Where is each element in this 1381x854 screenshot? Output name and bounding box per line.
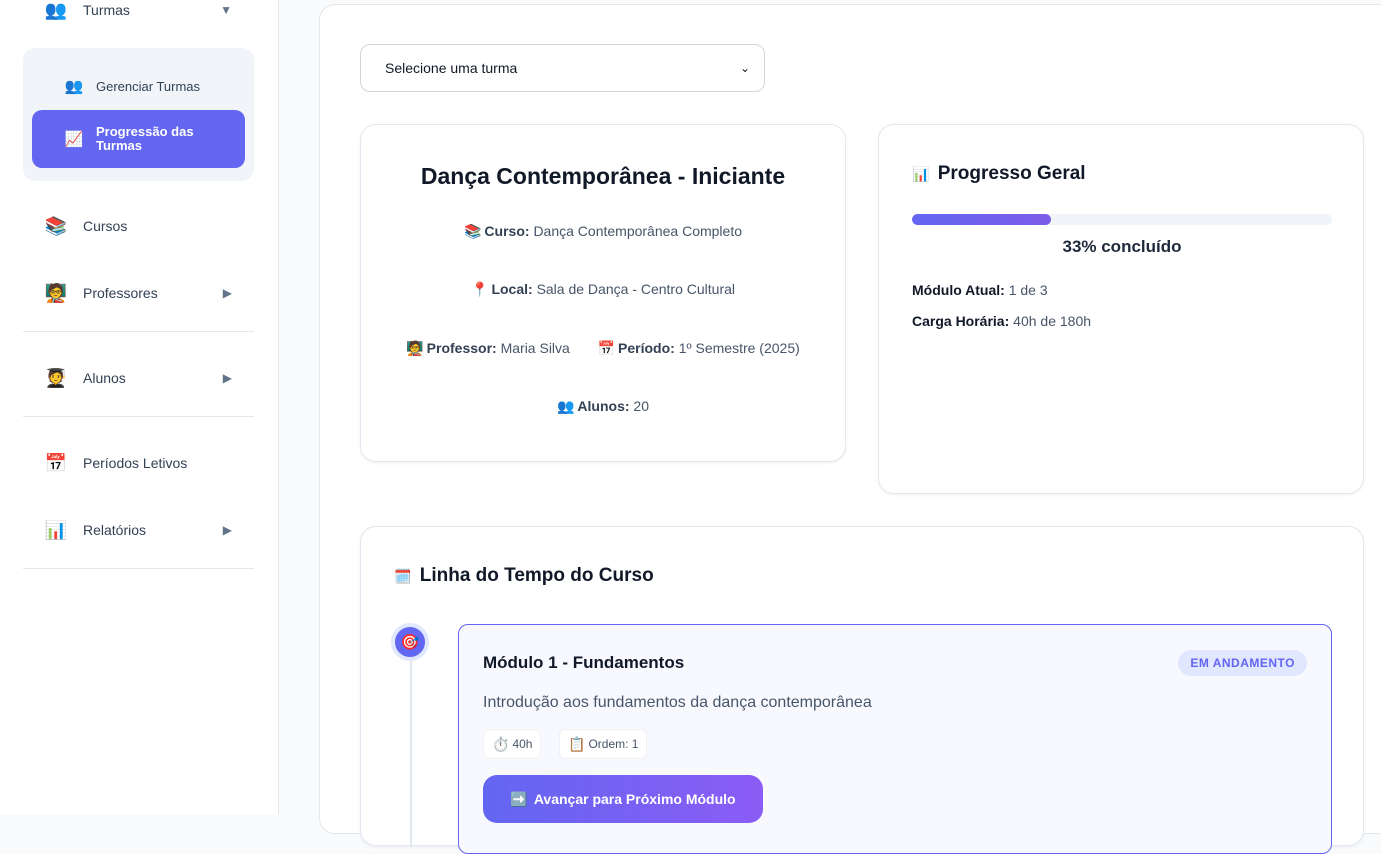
bar-chart-icon: 📊 — [44, 519, 68, 540]
bar-chart-icon: 📊 — [912, 166, 930, 182]
progress-bar — [912, 214, 1332, 225]
sidebar: 👥 Turmas ▼ 👥 Gerenciar Turmas 📈 Progress… — [0, 0, 279, 815]
sidebar-item-gerenciar-turmas[interactable]: 👥 Gerenciar Turmas — [32, 74, 245, 98]
timeline-title-text: Linha do Tempo do Curso — [419, 565, 654, 586]
chevron-down-icon: ⌄ — [739, 61, 750, 75]
hours-chip: ⏱️ 40h — [483, 729, 542, 759]
status-badge: EM ANDAMENTO — [1178, 650, 1307, 676]
sidebar-item-label: Turmas — [83, 2, 130, 18]
sidebar-item-label: Cursos — [83, 218, 128, 234]
people-icon: 👥 — [44, 0, 68, 20]
modulo-atual: Módulo Atual: 1 de 3 — [912, 282, 1048, 298]
modulo-label: Módulo Atual: — [912, 282, 1005, 298]
pin-icon: 📍 — [471, 281, 489, 297]
local-value: Sala de Dança - Centro Cultural — [536, 281, 735, 297]
professor-label: Professor: — [426, 340, 497, 356]
sidebar-item-professores[interactable]: 🧑‍🏫 Professores ▶ — [23, 273, 254, 313]
teacher-icon: 🧑‍🏫 — [44, 282, 68, 303]
carga-label: Carga Horária: — [912, 313, 1010, 329]
turmas-submenu: 👥 Gerenciar Turmas 📈 Progressão das Turm… — [23, 48, 254, 181]
people-icon: 👥 — [64, 78, 84, 95]
timeline-title: 🗓️ Linha do Tempo do Curso — [394, 565, 654, 587]
sidebar-item-periodos-letivos[interactable]: 📅 Períodos Letivos — [23, 443, 254, 483]
alunos-label: Alunos: — [577, 398, 630, 414]
turma-select[interactable]: Selecione uma turma ⌄ — [360, 44, 765, 92]
advance-module-button[interactable]: ➡️ Avançar para Próximo Módulo — [483, 775, 763, 823]
advance-module-label: Avançar para Próximo Módulo — [533, 791, 736, 807]
progress-percent: 33% concluído — [1062, 237, 1182, 256]
sidebar-item-label: Professores — [83, 285, 158, 301]
alunos-value: 20 — [633, 398, 649, 414]
turma-select-value: Selecione uma turma — [385, 60, 518, 76]
triangle-right-icon: ▶ — [222, 286, 232, 300]
sidebar-divider — [23, 568, 254, 569]
alunos-line: 👥 Alunos: 20 — [361, 398, 845, 415]
stopwatch-icon: ⏱️ — [492, 735, 510, 752]
books-icon: 📚 — [44, 215, 68, 236]
turma-info-card: Dança Contemporânea - Iniciante 📚 Curso: … — [360, 124, 846, 462]
module-card: Módulo 1 - Fundamentos EM ANDAMENTO Intr… — [458, 624, 1332, 854]
sidebar-item-label: Gerenciar Turmas — [96, 78, 201, 94]
sidebar-item-alunos[interactable]: 🧑‍🎓 Alunos ▶ — [23, 358, 254, 398]
sidebar-item-label: Relatórios — [83, 522, 147, 538]
carga-horaria: Carga Horária: 40h de 180h — [912, 313, 1091, 329]
calendar-icon: 📅 — [597, 340, 616, 356]
teacher-icon: 🧑‍🏫 — [406, 340, 424, 356]
sidebar-item-relatorios[interactable]: 📊 Relatórios ▶ — [23, 510, 254, 550]
progress-bar-fill — [912, 214, 1051, 225]
triangle-right-icon: ▶ — [222, 523, 232, 537]
order-value: Ordem: 1 — [588, 737, 639, 751]
local-line: 📍 Local: Sala de Dança - Centro Cultural — [361, 281, 845, 298]
sidebar-item-progressao-turmas[interactable]: 📈 Progressão das Turmas — [32, 110, 245, 168]
progress-card: 📊 Progresso Geral 33% concluído Módulo A… — [878, 124, 1364, 494]
sidebar-item-turmas[interactable]: 👥 Turmas ▼ — [23, 0, 254, 30]
carga-value: 40h de 180h — [1013, 313, 1092, 329]
modulo-value: 1 de 3 — [1008, 282, 1048, 298]
people-icon: 👥 — [556, 398, 575, 414]
triangle-down-icon: ▼ — [220, 3, 232, 17]
calendar-icon: 🗓️ — [394, 568, 412, 584]
module-description: Introdução aos fundamentos da dança cont… — [483, 694, 872, 711]
sidebar-item-label: Períodos Letivos — [83, 455, 188, 471]
target-icon: 🎯 — [391, 623, 429, 661]
hours-value: 40h — [512, 737, 533, 751]
clipboard-icon: 📋 — [568, 735, 586, 752]
periodo-value: 1º Semestre (2025) — [678, 340, 800, 356]
curso-line: 📚 Curso: Dança Contemporânea Completo — [361, 223, 845, 240]
arrow-right-icon: ➡️ — [510, 790, 528, 807]
timeline-line — [410, 647, 412, 847]
professor-periodo-line: 🧑‍🏫 Professor: Maria Silva 📅 Período: 1º S… — [361, 340, 845, 357]
curso-label: Curso: — [484, 223, 530, 239]
progress-title-text: Progresso Geral — [937, 163, 1086, 184]
periodo-label: Período: — [618, 340, 675, 356]
module-title: Módulo 1 - Fundamentos — [483, 653, 685, 672]
sidebar-divider — [23, 416, 254, 417]
calendar-icon: 📅 — [44, 452, 68, 473]
sidebar-item-cursos[interactable]: 📚 Cursos — [23, 206, 254, 246]
chart-increasing-icon: 📈 — [64, 131, 84, 148]
sidebar-divider — [23, 331, 254, 332]
professor-value: Maria Silva — [500, 340, 570, 356]
sidebar-item-label: Alunos — [83, 370, 126, 386]
triangle-right-icon: ▶ — [222, 371, 232, 385]
local-label: Local: — [491, 281, 533, 297]
turma-title: Dança Contemporânea - Iniciante — [420, 163, 786, 189]
progress-title: 📊 Progresso Geral — [912, 163, 1086, 185]
curso-value: Dança Contemporânea Completo — [533, 223, 743, 239]
sidebar-item-label: Progressão das Turmas — [96, 124, 194, 153]
timeline-card: 🗓️ Linha do Tempo do Curso 🎯 Módulo 1 - … — [360, 526, 1364, 854]
student-icon: 🧑‍🎓 — [44, 367, 68, 388]
books-icon: 📚 — [463, 223, 482, 239]
order-chip: 📋 Ordem: 1 — [559, 729, 648, 759]
